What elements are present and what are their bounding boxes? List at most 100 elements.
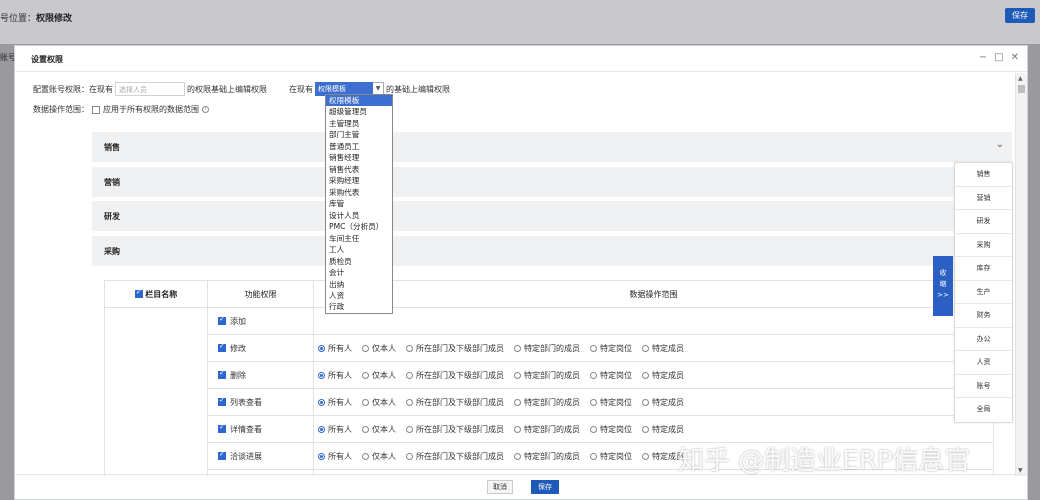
scope-option[interactable]: 所在部门及下级部门成员 — [406, 451, 504, 462]
scope-option[interactable]: 特定部门的成员 — [514, 397, 580, 408]
function-checkbox[interactable] — [218, 315, 226, 325]
template-option[interactable]: PMC（分析员） — [326, 221, 392, 232]
right-nav-item[interactable]: 办公 — [955, 328, 1012, 351]
function-checkbox[interactable] — [218, 369, 226, 379]
radio-button[interactable] — [514, 425, 521, 433]
radio-button[interactable] — [318, 452, 325, 460]
template-option[interactable]: 车间主任 — [326, 233, 392, 244]
radio-button[interactable] — [362, 371, 369, 379]
scope-option[interactable]: 特定成员 — [642, 370, 684, 381]
radio-button[interactable] — [590, 425, 597, 433]
scope-option[interactable]: 所在部门及下级部门成员 — [406, 397, 504, 408]
scope-option[interactable]: 仅本人 — [362, 343, 396, 354]
right-nav-item[interactable]: 采购 — [955, 234, 1012, 257]
right-nav-item[interactable]: 账号 — [955, 375, 1012, 398]
scope-option[interactable]: 仅本人 — [362, 370, 396, 381]
function-checkbox[interactable] — [218, 396, 226, 406]
section-purchasing[interactable]: 采购 — [92, 236, 1012, 266]
template-option[interactable]: 质检员 — [326, 256, 392, 267]
chevron-down-icon[interactable]: ⌄ — [996, 139, 1004, 150]
function-checkbox[interactable] — [218, 450, 226, 460]
right-nav-item[interactable]: 财务 — [955, 304, 1012, 328]
scope-option[interactable]: 特定成员 — [642, 397, 684, 408]
scope-option[interactable]: 所在部门及下级部门成员 — [406, 343, 504, 354]
right-nav-item[interactable]: 营销 — [955, 187, 1012, 210]
radio-button[interactable] — [590, 371, 597, 379]
radio-button[interactable] — [362, 452, 369, 460]
template-option[interactable]: 超级管理员 — [326, 106, 392, 117]
function-checkbox[interactable] — [218, 342, 226, 352]
maximize-icon[interactable]: □ — [994, 52, 1003, 63]
section-sales[interactable]: 销售 ⌄ — [92, 132, 1012, 162]
scope-option[interactable]: 特定成员 — [642, 424, 684, 435]
template-option[interactable]: 会计 — [326, 267, 392, 278]
template-option[interactable]: 权限模板 — [326, 95, 392, 107]
scope-option[interactable]: 特定部门的成员 — [514, 343, 580, 354]
radio-button[interactable] — [406, 425, 413, 433]
scope-option[interactable]: 所在部门及下级部门成员 — [406, 424, 504, 435]
radio-button[interactable] — [362, 425, 369, 433]
close-icon[interactable]: ✕ — [1011, 52, 1019, 63]
right-nav-item[interactable]: 销售 — [955, 163, 1012, 187]
minimize-icon[interactable]: − — [979, 52, 987, 63]
radio-button[interactable] — [406, 344, 413, 352]
radio-button[interactable] — [642, 371, 649, 379]
template-option[interactable]: 采购经理 — [326, 175, 392, 186]
scope-option[interactable]: 所有人 — [318, 451, 352, 462]
select-all-checkbox[interactable] — [134, 288, 143, 298]
save-button[interactable]: 保存 — [531, 480, 559, 494]
scope-option[interactable]: 特定部门的成员 — [514, 370, 580, 381]
template-option[interactable]: 设计人员 — [326, 210, 392, 221]
radio-button[interactable] — [362, 344, 369, 352]
template-option[interactable]: 主管理员 — [326, 118, 392, 129]
template-option[interactable]: 部门主管 — [326, 129, 392, 140]
radio-button[interactable] — [514, 398, 521, 406]
scroll-thumb[interactable] — [1018, 85, 1025, 93]
info-icon[interactable]: i — [202, 106, 209, 113]
radio-button[interactable] — [642, 398, 649, 406]
radio-button[interactable] — [318, 371, 325, 379]
radio-button[interactable] — [642, 344, 649, 352]
cancel-button[interactable]: 取消 — [487, 480, 513, 494]
right-nav-item[interactable]: 全局 — [955, 398, 1012, 422]
right-nav-item[interactable]: 生产 — [955, 281, 1012, 304]
template-option[interactable]: 工人 — [326, 244, 392, 255]
radio-button[interactable] — [514, 452, 521, 460]
radio-button[interactable] — [406, 452, 413, 460]
scroll-up-icon[interactable]: ▲ — [1018, 75, 1023, 82]
apply-all-checkbox[interactable] — [92, 105, 100, 114]
dialog-scrollbar[interactable]: ▲ ▼ — [1015, 73, 1027, 476]
section-rd[interactable]: 研发 — [92, 201, 1012, 231]
radio-button[interactable] — [642, 452, 649, 460]
template-option[interactable]: 出纳 — [326, 279, 392, 290]
template-option[interactable]: 销售经理 — [326, 152, 392, 163]
radio-button[interactable] — [642, 425, 649, 433]
radio-button[interactable] — [590, 344, 597, 352]
scope-option[interactable]: 特定成员 — [642, 343, 684, 354]
scope-option[interactable]: 仅本人 — [362, 397, 396, 408]
user-select-input[interactable]: 选择人员 — [115, 82, 185, 96]
scope-option[interactable]: 特定岗位 — [590, 451, 632, 462]
function-checkbox[interactable] — [218, 423, 226, 433]
radio-button[interactable] — [590, 452, 597, 460]
scope-option[interactable]: 所有人 — [318, 370, 352, 381]
scroll-down-icon[interactable]: ▼ — [1018, 467, 1023, 474]
page-save-button[interactable]: 保存 — [1005, 8, 1035, 23]
radio-button[interactable] — [590, 398, 597, 406]
section-marketing[interactable]: 营销 — [92, 167, 1012, 197]
scope-option[interactable]: 特定岗位 — [590, 370, 632, 381]
radio-button[interactable] — [406, 398, 413, 406]
scope-option[interactable]: 特定岗位 — [590, 424, 632, 435]
template-option[interactable]: 采购代表 — [326, 187, 392, 198]
template-option[interactable]: 人资 — [326, 290, 392, 301]
radio-button[interactable] — [318, 398, 325, 406]
scope-option[interactable]: 所有人 — [318, 343, 352, 354]
right-nav-item[interactable]: 库存 — [955, 257, 1012, 281]
scope-option[interactable]: 特定岗位 — [590, 343, 632, 354]
scope-option[interactable]: 仅本人 — [362, 451, 396, 462]
template-option[interactable]: 库管 — [326, 198, 392, 209]
scope-option[interactable]: 所有人 — [318, 397, 352, 408]
radio-button[interactable] — [514, 344, 521, 352]
right-nav-item[interactable]: 研发 — [955, 210, 1012, 234]
scope-option[interactable]: 所在部门及下级部门成员 — [406, 370, 504, 381]
